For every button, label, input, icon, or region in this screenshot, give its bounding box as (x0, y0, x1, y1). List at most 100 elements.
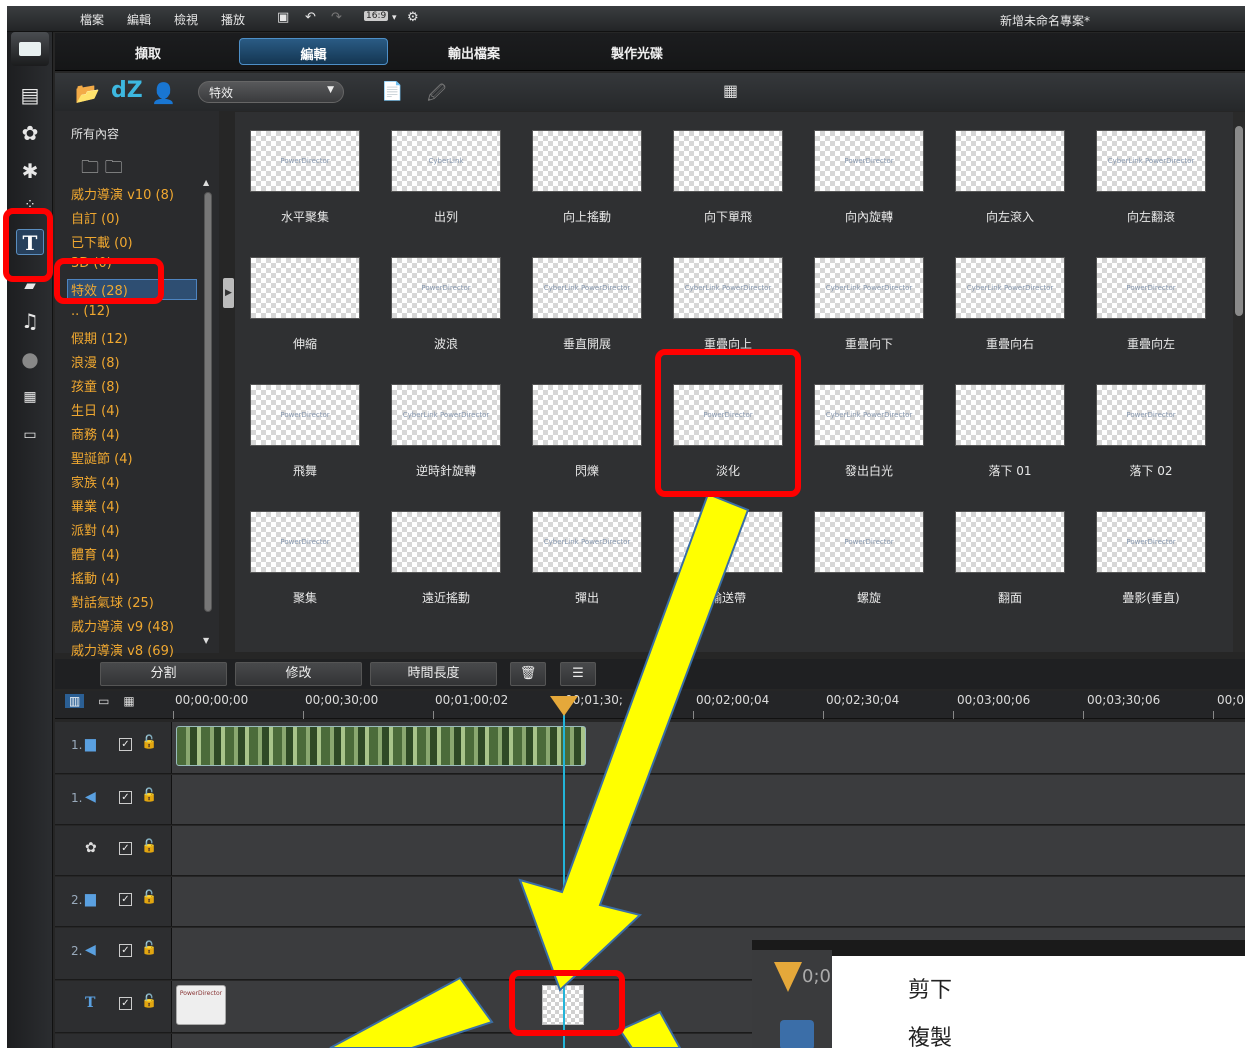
category-item[interactable]: 家族 (4) (71, 472, 120, 491)
category-item[interactable]: 威力導演 v8 (69) (71, 640, 174, 659)
effect-tile[interactable]: PowerDirector 波浪 (391, 257, 501, 352)
library-filter-dropdown[interactable]: 特效 ▼ (198, 81, 344, 103)
view-grid-icon[interactable]: ▦ (723, 81, 738, 100)
duration-button[interactable]: 時間長度 (370, 662, 497, 686)
scroll-up-icon[interactable]: ▲ (203, 178, 209, 187)
video-clip[interactable] (176, 726, 586, 766)
track-enable-checkbox[interactable]: ✓ (119, 791, 132, 804)
effect-tile[interactable]: PowerDirector 聚集 (250, 511, 360, 606)
category-item[interactable]: 威力導演 v9 (48) (71, 616, 174, 635)
menu-item-cut[interactable]: 剪下 (908, 972, 952, 1004)
effect-tile[interactable]: 翻面 (955, 511, 1065, 606)
category-item[interactable]: 體育 (4) (71, 544, 120, 563)
effect-tile[interactable]: 向左滾入 (955, 130, 1065, 225)
effect-tile[interactable]: CyberLink PowerDirector 重疊向右 (955, 257, 1065, 352)
menu-play[interactable]: 播放 (221, 11, 245, 28)
save-icon[interactable]: ▣ (277, 10, 289, 25)
effect-tile[interactable]: 落下 01 (955, 384, 1065, 479)
lock-icon[interactable]: 🔓 (141, 994, 157, 1009)
scroll-down-icon[interactable]: ▼ (203, 636, 209, 645)
tab-disc[interactable]: 製作光碟 (611, 43, 663, 62)
track-enable-checkbox[interactable]: ✓ (119, 738, 132, 751)
effect-tile[interactable]: CyberLink PowerDirector 重疊向下 (814, 257, 924, 352)
lock-icon[interactable]: 🔓 (141, 735, 157, 750)
lock-icon[interactable]: 🔓 (141, 941, 157, 956)
effect-tile[interactable]: 閃爍 (532, 384, 642, 479)
track-lane[interactable] (172, 775, 1245, 824)
category-item[interactable]: 商務 (4) (71, 424, 120, 443)
timeline-ruler[interactable]: ▥ ▭ ▦ 00;00;00;00 00;00;30;00 00;01;00;0… (55, 691, 1245, 719)
track-enable-checkbox[interactable]: ✓ (119, 997, 132, 1010)
category-item[interactable]: 畢業 (4) (71, 496, 120, 515)
menu-file[interactable]: 檔案 (80, 11, 104, 28)
effect-tile[interactable]: PowerDirector 重疊向左 (1096, 257, 1206, 352)
subtitle-room-icon[interactable]: ▭ (16, 422, 44, 448)
track-lane[interactable] (172, 877, 1245, 926)
gear-icon[interactable]: ⚙ (407, 10, 419, 25)
import-folder-icon[interactable]: 📂 (75, 81, 100, 105)
track-lane[interactable] (172, 826, 1245, 875)
effect-tile[interactable]: CyberLink 出列 (391, 130, 501, 225)
track-enable-checkbox[interactable]: ✓ (119, 893, 132, 906)
modify-template-icon[interactable]: 🖉 (427, 81, 446, 111)
scroll-thumb[interactable] (1235, 126, 1243, 316)
category-item[interactable]: 搖動 (4) (71, 568, 120, 587)
effect-tile[interactable]: PowerDirector 飛舞 (250, 384, 360, 479)
menu-edit[interactable]: 編輯 (127, 11, 151, 28)
effect-tile[interactable]: 伸縮 (250, 257, 360, 352)
redo-icon[interactable]: ↷ (331, 10, 342, 25)
timeline-view-icon[interactable]: ▥ (65, 694, 85, 708)
voice-over-icon[interactable]: ● (16, 346, 44, 372)
audio-mixing-icon[interactable]: ♫ (16, 308, 44, 334)
effect-tile[interactable]: CyberLink PowerDirector 重疊向上 (673, 257, 783, 352)
user-icon[interactable]: 👤 (151, 81, 176, 105)
category-item[interactable]: 聖誕節 (4) (71, 448, 133, 467)
effect-tile[interactable]: PowerDirector 向內旋轉 (814, 130, 924, 225)
effect-tile[interactable]: PowerDirector 水平聚集 (250, 130, 360, 225)
new-title-icon[interactable]: 📄 (381, 81, 403, 102)
category-item[interactable]: 派對 (4) (71, 520, 120, 539)
effect-tile[interactable]: 向下單飛 (673, 130, 783, 225)
category-item[interactable]: 浪漫 (8) (71, 352, 120, 371)
undo-icon[interactable]: ↶ (305, 10, 316, 25)
chapter-room-icon[interactable]: ▦ (16, 384, 44, 410)
more-tools-icon[interactable]: ☰ (560, 662, 596, 686)
category-item[interactable]: 已下載 (0) (71, 232, 133, 251)
effect-tile[interactable]: PowerDirector 螺旋 (814, 511, 924, 606)
tab-edit[interactable]: 編輯 (239, 38, 388, 65)
category-item[interactable]: 對話氣球 (25) (71, 592, 154, 611)
split-button[interactable]: 分割 (100, 662, 227, 686)
effect-tile[interactable]: 向上搖動 (532, 130, 642, 225)
lock-icon[interactable]: 🔓 (141, 890, 157, 905)
tab-produce[interactable]: 輸出檔案 (448, 43, 500, 62)
category-item[interactable]: 威力導演 v10 (8) (71, 184, 174, 203)
storyboard-view-icon[interactable]: ▭ (98, 694, 109, 708)
lock-icon[interactable]: 🔓 (141, 788, 157, 803)
menu-view[interactable]: 檢視 (174, 11, 198, 28)
add-folder-icon[interactable]: 🗀 🗀 (81, 155, 123, 185)
lock-icon[interactable]: 🔓 (141, 839, 157, 854)
directorzone-icon[interactable]: dZ (111, 78, 143, 103)
effect-tile[interactable]: CyberLink PowerDirector 向左翻滾 (1096, 130, 1206, 225)
pip-room-icon[interactable]: ✱ (16, 158, 44, 184)
chevron-down-icon[interactable]: ▾ (392, 13, 397, 23)
effect-room-icon[interactable]: ✿ (16, 120, 44, 146)
playhead-marker[interactable] (550, 696, 578, 716)
grid-scrollbar[interactable] (1233, 112, 1245, 652)
category-item[interactable]: .. (12) (71, 304, 110, 319)
tree-scrollbar[interactable]: ▲ ▼ (202, 178, 213, 648)
collapse-panel-handle[interactable]: ▶ (223, 278, 234, 308)
title-clip[interactable]: PowerDirector (176, 985, 226, 1025)
category-item[interactable]: 假期 (12) (71, 328, 128, 347)
effect-tile[interactable]: 輸送帶 (673, 511, 783, 606)
track-lane[interactable] (172, 722, 1245, 773)
category-item[interactable]: 自訂 (0) (71, 208, 120, 227)
modify-button[interactable]: 修改 (235, 662, 362, 686)
tab-capture[interactable]: 擷取 (135, 43, 161, 62)
effect-tile[interactable]: CyberLink PowerDirector 逆時針旋轉 (391, 384, 501, 479)
add-track-icon[interactable]: ▦ (123, 694, 134, 708)
menu-item-copy[interactable]: 複製 (908, 1020, 952, 1048)
effect-tile[interactable]: CyberLink PowerDirector 彈出 (532, 511, 642, 606)
effect-tile[interactable]: CyberLink PowerDirector 發出白光 (814, 384, 924, 479)
delete-icon[interactable]: 🗑 (510, 662, 546, 686)
